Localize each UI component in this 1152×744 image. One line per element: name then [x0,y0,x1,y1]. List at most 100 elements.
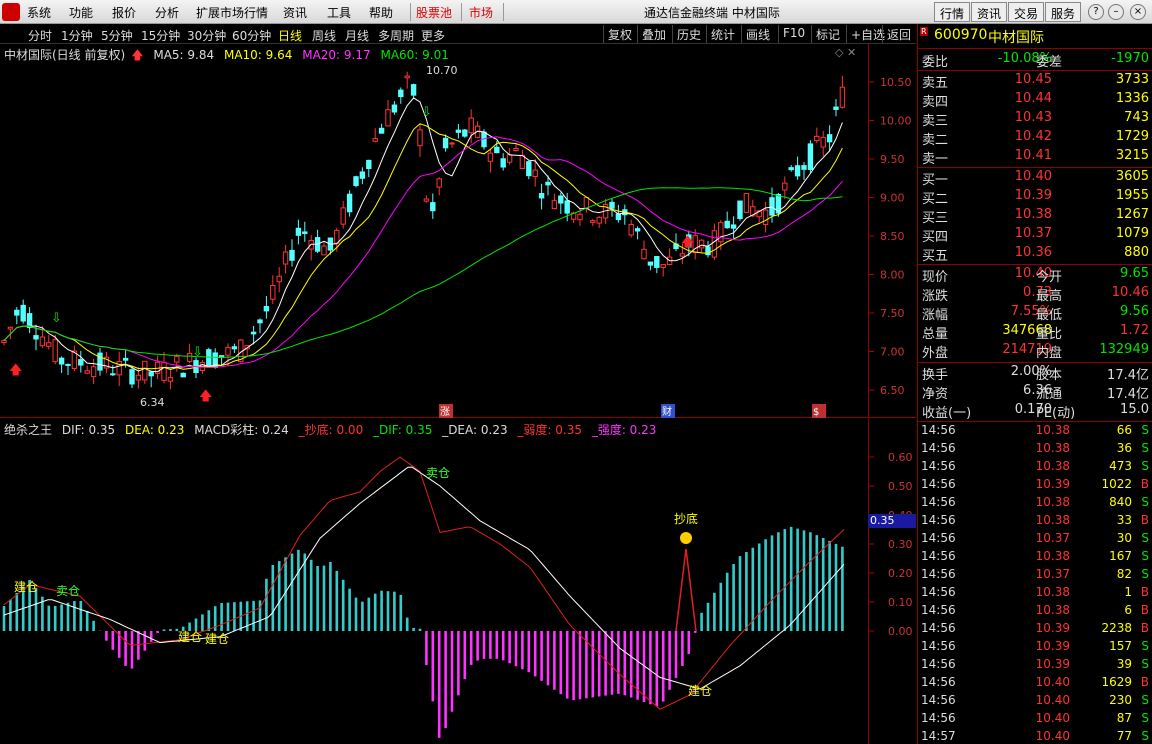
chart-settings-icon[interactable]: ◇ ✕ [835,46,856,59]
bid-row[interactable]: 买三 10.38 1267 [918,207,1152,226]
tick-time: 14:56 [921,459,956,473]
tick-volume: 39 [1116,657,1132,671]
tab-intraday[interactable]: 分时 [28,27,52,44]
price-tick-label: 8.50 [880,230,905,243]
candle-body [820,136,826,148]
btn-mark[interactable]: 标记 [811,25,844,43]
tick-row: 14:56 10.38 1 B [918,585,1152,603]
menu-function[interactable]: 功能 [69,4,93,21]
btn-back[interactable]: 返回 [882,25,915,43]
candle-body [289,249,295,261]
tick-volume: 1 [1124,585,1132,599]
tick-volume: 82 [1116,567,1132,581]
candle-body [340,207,346,225]
menu-help[interactable]: 帮助 [369,4,393,21]
ask-volume: 3215 [1115,148,1149,163]
macd-chart[interactable]: 0.600.500.400.300.200.100.00抄底建仓建仓建仓建仓卖仓… [0,419,916,744]
bid-row[interactable]: 买一 10.40 3605 [918,169,1152,188]
close-icon[interactable]: × [1130,4,1146,20]
tab-multi-period[interactable]: 多周期 [378,27,414,44]
quote-panel: R 600970 中材国际 委比 -10.08% 委差 -1970 卖五 10.4… [917,24,1152,744]
bid-row[interactable]: 买五 10.36 880 [918,245,1152,264]
btn-adjust[interactable]: 复权 [603,25,636,43]
candle-body [494,146,500,154]
candle-body [225,346,231,356]
help-icon[interactable]: ? [1088,4,1104,20]
ask-row[interactable]: 卖五 10.45 3733 [918,72,1152,91]
tick-flag: B [1140,513,1149,527]
tick-time: 14:56 [921,603,956,617]
ask-price: 10.43 [1014,110,1052,125]
tick-flag: S [1141,639,1149,653]
bottom-signal-line [675,548,697,632]
tab-more[interactable]: 更多 [421,27,445,44]
menu-tools[interactable]: 工具 [327,4,351,21]
ask-volume: 1336 [1115,91,1149,106]
sell-arrow-icon: ⇩ [192,345,203,360]
tick-row: 14:56 10.38 167 S [918,549,1152,567]
tab-5min[interactable]: 5分钟 [101,27,133,44]
tick-flag: B [1140,675,1149,689]
ask-price: 10.44 [1014,91,1052,106]
candle-body [500,158,506,168]
macd-tick-label: 0.60 [888,451,913,464]
candle-body [782,182,788,191]
minimize-icon[interactable]: – [1108,4,1124,20]
btn-service[interactable]: 服务 [1045,2,1082,22]
divider [918,264,1152,265]
candle-body [142,360,148,381]
tab-30min[interactable]: 30分钟 [187,27,226,44]
menu-analysis[interactable]: 分析 [155,4,179,21]
menu-quote[interactable]: 报价 [112,4,136,21]
menu-market[interactable]: 市场 [469,4,493,21]
ask-row[interactable]: 卖二 10.42 1729 [918,129,1152,148]
menu-extended-market[interactable]: 扩展市场行情 [196,4,268,21]
ask-label: 卖二 [922,133,949,148]
tab-daily[interactable]: 日线 [278,27,302,44]
menu-system[interactable]: 系统 [27,4,51,21]
btn-overlay[interactable]: 叠加 [637,25,670,43]
kline-canvas: 10.5010.009.509.008.508.007.507.006.5010… [1,64,912,418]
menu-stock-pool[interactable]: 股票池 [416,4,452,21]
candle-body [90,366,97,378]
r-badge-icon: R [920,27,928,36]
stat-row: 净资 6.36 流通 17.4亿 [918,383,1152,402]
tab-60min[interactable]: 60分钟 [232,27,271,44]
btn-f10[interactable]: F10 [778,25,809,43]
bid-row[interactable]: 买二 10.39 1955 [918,188,1152,207]
btn-statistics[interactable]: 统计 [706,25,739,43]
indicator-title[interactable]: 绝杀之王 [4,423,52,437]
ask-row[interactable]: 卖一 10.41 3215 [918,148,1152,167]
candle-body [647,261,654,266]
candle-body [366,159,372,170]
tick-price: 10.40 [1035,711,1070,725]
candle-body [462,129,468,137]
btn-draw[interactable]: 画线 [741,25,774,43]
candle-body [410,84,417,96]
tick-row: 14:56 10.38 36 S [918,441,1152,459]
btn-news[interactable]: 资讯 [971,2,1008,22]
bid-row[interactable]: 买四 10.37 1079 [918,226,1152,245]
candle-body [513,148,519,152]
menu-news[interactable]: 资讯 [283,4,307,21]
tick-flag: S [1141,729,1149,743]
candle-body [679,253,686,257]
kline-chart[interactable]: 10.50 10.00 9.50 9.00 8.50 8.00 7.50 7.00 6.50 10… [0,44,916,418]
btn-trade[interactable]: 交易 [1008,2,1045,22]
bid-label: 买一 [922,173,949,188]
tab-monthly[interactable]: 月线 [345,27,369,44]
event-marker-label: 财 [662,405,672,418]
stat-value: 9.56 [1120,304,1149,319]
sell-signal-label: 卖仓 [56,584,80,598]
ask-row[interactable]: 卖四 10.44 1336 [918,91,1152,110]
tick-price: 10.39 [1035,657,1070,671]
tab-15min[interactable]: 15分钟 [141,27,180,44]
price-tick-label: 10.00 [880,115,912,128]
btn-market-view[interactable]: 行情 [934,2,971,22]
tab-weekly[interactable]: 周线 [312,27,336,44]
btn-history[interactable]: 历史 [672,25,705,43]
tick-flag: S [1141,549,1149,563]
ask-row[interactable]: 卖三 10.43 743 [918,110,1152,129]
candle-body [78,359,84,366]
tab-1min[interactable]: 1分钟 [61,27,93,44]
